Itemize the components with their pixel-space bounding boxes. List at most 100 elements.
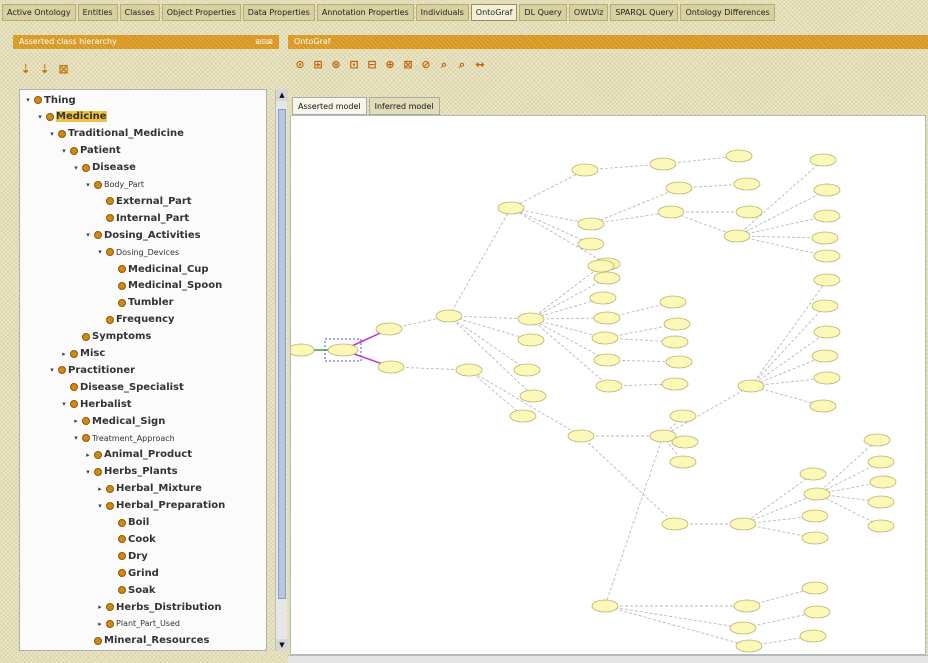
graph-node[interactable] [577,237,605,251]
graph-node[interactable] [375,322,403,336]
graph-node[interactable] [801,509,829,523]
expand-icon[interactable]: ▸ [96,620,104,628]
graph-node[interactable] [867,495,895,509]
expand-icon[interactable]: ▸ [72,417,80,425]
graph-node[interactable] [567,429,595,443]
subtab-inferred-model[interactable]: Inferred model [368,97,440,115]
graph-node[interactable] [813,371,841,385]
graph-node[interactable] [729,621,757,635]
tree-node[interactable]: ▾ Dosing_Devices [96,244,179,260]
graph-node[interactable] [799,467,827,481]
class-add-icon[interactable]: ⇣ [19,60,32,78]
graph-node[interactable] [517,333,545,347]
scroll-down-icon[interactable]: ▼ [276,639,288,651]
tree-node[interactable]: ▸ Plant_Part_Used [96,616,180,632]
graph-node[interactable] [811,349,839,363]
graph-node[interactable] [513,363,541,377]
tree-node[interactable]: Medicinal_Spoon [108,278,222,294]
tab-sparql-query[interactable]: SPARQL Query [610,3,679,21]
graph-node[interactable] [669,455,697,469]
tree-node[interactable]: ▾ Dosing_Activities [84,227,200,243]
tree-node[interactable]: ▾ Body_Part [84,177,144,193]
graph-node[interactable] [733,599,761,613]
tab-entities[interactable]: Entities [77,3,118,21]
collapse-icon[interactable]: ▾ [48,130,56,138]
graph-node[interactable] [589,291,617,305]
expand-icon[interactable]: ▸ [60,350,68,358]
graph-node[interactable] [593,271,621,285]
graph-node[interactable] [661,377,689,391]
panel-dock-icons[interactable]: ⊞⊟⊠ [255,35,279,49]
layout-radial-icon[interactable]: ⊙ [294,57,306,73]
graph-node[interactable] [291,343,315,357]
tab-dl-query[interactable]: DL Query [519,3,567,21]
expand-icon[interactable]: ▸ [96,603,104,611]
tree-node[interactable]: Mineral_Resources [84,633,209,649]
collapse-icon[interactable]: ▾ [48,366,56,374]
graph-node[interactable] [813,183,841,197]
tree-node[interactable]: Soak [108,582,155,598]
tab-individuals[interactable]: Individuals [415,3,469,21]
export-icon[interactable]: ⊘ [420,57,432,73]
graph-node[interactable] [595,379,623,393]
tree-node[interactable]: Cook [108,531,156,547]
tree-node[interactable]: ▸ Animal_Product [84,447,192,463]
graph-node[interactable] [811,299,839,313]
graph-node[interactable] [813,325,841,339]
tree-node[interactable]: External_Part [96,193,192,209]
tab-classes[interactable]: Classes [119,3,160,21]
class-delete-icon[interactable]: ⊠ [57,60,70,78]
tree-node[interactable]: ▾ Herbal_Preparation [96,498,225,514]
graph-node[interactable] [733,177,761,191]
graph-node[interactable] [657,205,685,219]
tree-node[interactable]: ▾ Traditional_Medicine [48,126,184,142]
collapse-icon[interactable]: ▾ [72,164,80,172]
graph-node[interactable] [593,311,621,325]
graph-node[interactable] [801,531,829,545]
graph-node[interactable] [455,363,483,377]
graph-node[interactable] [377,360,405,374]
tree-node[interactable]: ▾ Herbalist [60,396,131,412]
graph-node[interactable] [509,409,537,423]
ontograf-canvas[interactable] [290,115,926,655]
tree-node[interactable]: Symptoms [72,329,151,345]
tree-node[interactable]: ▾ Patient [60,143,120,159]
graph-node[interactable] [723,229,751,243]
graph-node[interactable] [799,629,827,643]
tree-node[interactable]: Grind [108,565,159,581]
scroll-thumb[interactable] [278,109,286,599]
tree-node[interactable]: ▸ Medical_Sign [72,413,165,429]
graph-node[interactable] [737,379,765,393]
canvas-horizontal-scrollbar[interactable] [288,655,928,663]
class-tree-scrollbar[interactable]: ▲ ▼ [275,89,288,651]
graph-node[interactable] [593,353,621,367]
graph-node[interactable] [327,343,359,357]
layout-grid-icon[interactable]: ⊕ [384,57,396,73]
collapse-icon[interactable]: ▾ [84,231,92,239]
graph-node[interactable] [867,455,895,469]
collapse-icon[interactable]: ▾ [36,113,44,121]
tree-node[interactable]: ▸ Misc [60,346,105,362]
graph-node[interactable] [591,331,619,345]
graph-node[interactable] [867,519,895,533]
tab-data-properties[interactable]: Data Properties [242,3,315,21]
graph-node[interactable] [801,581,829,595]
graph-node[interactable] [649,157,677,171]
graph-node[interactable] [591,599,619,613]
tree-node[interactable]: ▾ Treatment_Approach [72,430,174,446]
ontology-graph[interactable] [291,116,926,655]
graph-node[interactable] [813,249,841,263]
tab-annotation-properties[interactable]: Annotation Properties [316,3,414,21]
tab-owlviz[interactable]: OWLViz [568,3,609,21]
tree-node[interactable]: ▾ Practitioner [48,362,135,378]
layout-spring-icon[interactable]: ⊞ [312,57,324,73]
collapse-icon[interactable]: ▾ [72,434,80,442]
tree-node[interactable]: ▾ Disease [72,160,136,176]
tree-node[interactable]: Tumbler [108,295,174,311]
graph-node[interactable] [869,475,897,489]
graph-node[interactable] [671,435,699,449]
tab-object-properties[interactable]: Object Properties [161,3,241,21]
collapse-icon[interactable]: ▾ [84,181,92,189]
graph-node[interactable] [661,517,689,531]
graph-node[interactable] [813,209,841,223]
